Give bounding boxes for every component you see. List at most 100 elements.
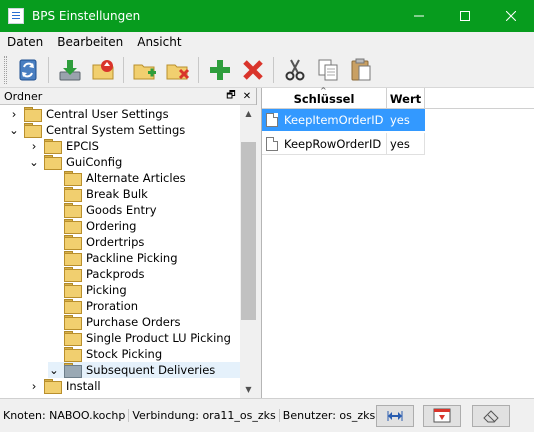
tree-item[interactable]: ⌄ GuiConfig (28, 154, 122, 170)
tree-item-label: Break Bulk (86, 187, 148, 201)
delete-folder-button[interactable] (161, 54, 194, 86)
title-bar: BPS Einstellungen (0, 0, 534, 32)
tree-item-label: Ordertrips (86, 235, 145, 249)
tree-item-label: Single Product LU Picking (86, 331, 231, 345)
column-header-value[interactable]: Wert (387, 88, 425, 109)
tree-item[interactable]: Break Bulk (48, 186, 148, 202)
tree-item-label: Stock Picking (86, 347, 163, 361)
expand-width-button[interactable] (376, 405, 414, 427)
grid-cell-value[interactable]: yes (387, 109, 425, 131)
grid-cell-key[interactable]: KeepItemOrderID (262, 109, 387, 131)
folder-icon (44, 155, 62, 170)
tree-item[interactable]: › EPCIS (28, 138, 99, 154)
tree-item[interactable]: Alternate Articles (48, 170, 186, 186)
import-button[interactable] (53, 54, 86, 86)
menu-bearbeiten[interactable]: Bearbeiten (50, 35, 130, 49)
refresh-icon (19, 59, 36, 80)
tree-item[interactable]: ⌄ Subsequent Deliveries (48, 362, 240, 378)
grid-row[interactable]: KeepItemOrderID yes (262, 109, 425, 131)
add-icon (209, 59, 230, 80)
panel-close-icon[interactable]: ✕ (240, 89, 254, 103)
menu-daten[interactable]: Daten (0, 35, 50, 49)
toolbar-separator (198, 56, 199, 83)
grid-key-text: KeepItemOrderID (284, 112, 384, 127)
eraser-icon (483, 410, 499, 423)
folder-icon (24, 107, 42, 122)
grid-key-text: KeepRowOrderID (284, 136, 382, 151)
tree-item[interactable]: Purchase Orders (48, 314, 181, 330)
grid-cell-value[interactable]: yes (387, 133, 425, 155)
tree-item[interactable]: Proration (48, 298, 138, 314)
tree-item[interactable]: Packline Picking (48, 250, 178, 266)
folder-icon (44, 379, 62, 394)
scroll-up-arrow-icon[interactable]: ▲ (240, 105, 257, 122)
export-button[interactable] (86, 54, 119, 86)
tree-item[interactable]: Picking (48, 282, 127, 298)
tree-item[interactable]: Single Product LU Picking (48, 330, 231, 346)
tree-item-label: Central User Settings (46, 107, 169, 121)
delete-button[interactable] (236, 54, 269, 86)
undock-icon[interactable]: 🗗 (224, 89, 238, 103)
toolbar-grip[interactable] (4, 55, 7, 84)
paste-button[interactable] (344, 54, 377, 86)
tree-item[interactable]: Ordertrips (48, 234, 144, 250)
new-folder-icon (133, 64, 156, 79)
tree-item-label: Picking (86, 283, 127, 297)
status-connection: Verbindung: ora11_os_zks (129, 409, 280, 422)
tree-item[interactable]: Goods Entry (48, 202, 157, 218)
grid-row[interactable]: KeepRowOrderID yes (262, 133, 425, 155)
tree-item[interactable]: ⌄ Central System Settings (8, 122, 185, 138)
folder-panel-title: Ordner (4, 89, 43, 103)
status-user: Benutzer: os_zks (280, 409, 380, 422)
tree-item[interactable]: › Central User Settings (8, 106, 169, 122)
new-folder-button[interactable] (128, 54, 161, 86)
tree-item[interactable]: › Install (28, 378, 101, 394)
eraser-button[interactable] (472, 405, 510, 427)
expand-chevron-icon[interactable]: › (28, 138, 40, 154)
toolbar-separator (273, 56, 274, 83)
tree-item-label: Alternate Articles (86, 171, 186, 185)
document-icon (266, 112, 278, 127)
folder-icon (64, 299, 82, 314)
toolbar (0, 52, 534, 88)
refresh-button[interactable] (11, 54, 44, 86)
add-button[interactable] (203, 54, 236, 86)
tree-scrollbar[interactable]: ▲ ▼ (240, 105, 257, 398)
collapse-chevron-icon[interactable]: ⌄ (28, 154, 40, 170)
tree-item[interactable]: Ordering (48, 218, 136, 234)
download-button[interactable] (423, 405, 461, 427)
status-bar: Knoten: NABOO.kochp Verbindung: ora11_os… (0, 398, 534, 432)
cut-button[interactable] (278, 54, 311, 86)
expand-chevron-icon[interactable]: › (8, 106, 20, 122)
tree-item-label: Subsequent Deliveries (86, 363, 216, 377)
expand-chevron-icon[interactable]: › (28, 378, 40, 394)
folder-panel: Ordner 🗗 ✕ › Central User Settings ⌄ Centra… (0, 88, 257, 398)
folder-icon (44, 139, 62, 154)
grid-cell-key[interactable]: KeepRowOrderID (262, 133, 387, 155)
tree-item-label: Ordering (86, 219, 137, 233)
close-button[interactable] (488, 0, 534, 32)
tree-item-label: Central System Settings (46, 123, 186, 137)
maximize-button[interactable] (442, 0, 488, 32)
menu-bar: Daten Bearbeiten Ansicht (0, 32, 534, 52)
scroll-down-arrow-icon[interactable]: ▼ (240, 381, 257, 398)
tree-item-label: GuiConfig (66, 155, 123, 169)
tree-item[interactable]: Stock Picking (48, 346, 162, 362)
column-header-key[interactable]: ^ Schlüssel (262, 86, 387, 109)
scroll-thumb[interactable] (241, 142, 256, 320)
folder-icon (64, 235, 82, 250)
copy-button[interactable] (311, 54, 344, 86)
collapse-chevron-icon[interactable]: ⌄ (48, 362, 60, 378)
collapse-chevron-icon[interactable]: ⌄ (8, 122, 20, 138)
menu-ansicht[interactable]: Ansicht (130, 35, 188, 49)
minimize-button[interactable] (396, 0, 442, 32)
tree-item[interactable]: Packprods (48, 266, 145, 282)
sort-ascending-icon: ^ (320, 86, 327, 95)
window-title: BPS Einstellungen (32, 9, 141, 23)
export-icon (92, 59, 113, 79)
